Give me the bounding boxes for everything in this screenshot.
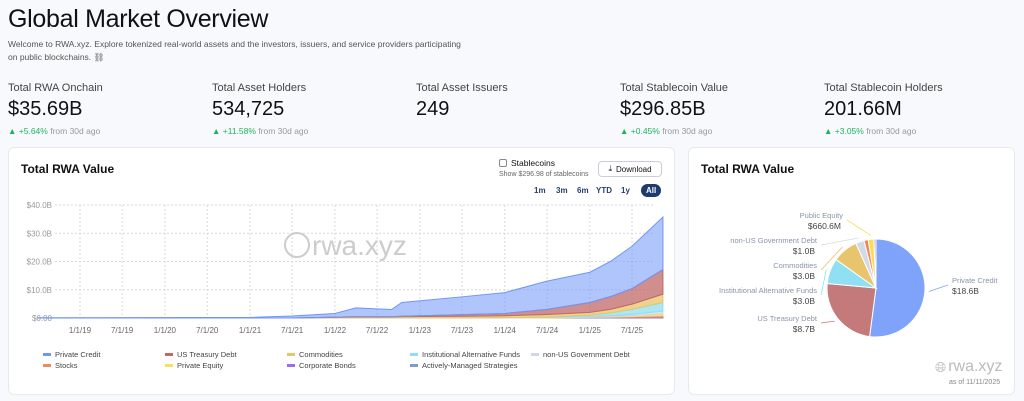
pie-leader-line: [820, 237, 859, 246]
x-tick-label: 7/1/24: [536, 326, 559, 335]
x-tick-label: 7/1/23: [451, 326, 474, 335]
legend-swatch: [410, 364, 418, 367]
legend-item[interactable]: Institutional Alternative Funds: [410, 350, 520, 359]
legend-label: Private Equity: [177, 361, 224, 370]
legend-swatch: [531, 353, 539, 356]
legend-item[interactable]: Actively-Managed Strategies: [410, 361, 517, 370]
globe-icon: [284, 232, 310, 258]
legend-label: US Treasury Debt: [177, 350, 237, 359]
pie-leader-line: [928, 284, 949, 292]
legend-swatch: [165, 364, 173, 367]
legend-label: Corporate Bonds: [299, 361, 356, 370]
svg-text:rwa.xyz: rwa.xyz: [312, 230, 407, 261]
legend-item[interactable]: non-US Government Debt: [531, 350, 630, 359]
x-tick-label: 1/1/25: [579, 326, 602, 335]
globe-icon: 🌐︎: [935, 358, 947, 375]
pie-label: Institutional Alternative Funds: [719, 286, 817, 295]
pie-leader-line: [820, 269, 827, 296]
pie-value-label: $3.0B: [793, 296, 816, 306]
y-tick-label: $20.0B: [27, 258, 52, 267]
pie-value-label: $18.6B: [952, 286, 979, 296]
legend-item[interactable]: Commodities: [287, 350, 343, 359]
pie-label: Private Credit: [952, 276, 998, 285]
legend-swatch: [43, 364, 51, 367]
legend-item[interactable]: Private Equity: [165, 361, 223, 370]
pie-label: non-US Government Debt: [730, 236, 818, 245]
pie-label: Commodities: [773, 261, 817, 270]
stat-label: Total Stablecoin Holders: [824, 82, 943, 94]
x-tick-label: 7/1/20: [196, 326, 219, 335]
pie-value-label: $660.6M: [808, 221, 841, 231]
legend-label: Private Credit: [55, 350, 101, 359]
pie-slice[interactable]: [826, 283, 877, 338]
legend-item[interactable]: US Treasury Debt: [165, 350, 237, 359]
legend-label: Stocks: [55, 361, 78, 370]
pie-value-label: $1.0B: [793, 246, 816, 256]
stat-value: 201.66M: [824, 98, 902, 120]
legend-label: non-US Government Debt: [543, 350, 630, 359]
x-tick-label: 1/1/20: [154, 326, 177, 335]
x-tick-label: 7/1/21: [281, 326, 304, 335]
legend-swatch: [165, 353, 173, 356]
legend-label: Actively-Managed Strategies: [422, 361, 518, 370]
legend-item[interactable]: Private Credit: [43, 350, 100, 359]
legend-label: Institutional Alternative Funds: [422, 350, 520, 359]
x-tick-label: 7/1/19: [111, 326, 134, 335]
pie-value-label: $8.7B: [793, 324, 816, 334]
y-tick-label: $40.0B: [27, 201, 52, 210]
pie-value-label: $3.0B: [793, 271, 816, 281]
legend-swatch: [410, 353, 418, 356]
x-tick-label: 1/1/19: [69, 326, 92, 335]
pie-slice[interactable]: [869, 238, 926, 338]
stat-4: Total Stablecoin Holders 201.66M ▲ +3.05…: [824, 82, 943, 136]
pie-watermark: 🌐︎ rwa.xyz: [935, 358, 1003, 375]
pie-label: US Treasury Debt: [757, 314, 818, 323]
legend-label: Commodities: [299, 350, 343, 359]
x-tick-label: 7/1/22: [366, 326, 389, 335]
y-tick-label: $10.0B: [27, 286, 52, 295]
legend-swatch: [287, 353, 295, 356]
x-tick-label: 1/1/23: [409, 326, 432, 335]
legend-item[interactable]: Corporate Bonds: [287, 361, 356, 370]
x-tick-label: 7/1/25: [621, 326, 644, 335]
chart-watermark: rwa.xyz: [284, 230, 407, 261]
x-tick-label: 1/1/22: [324, 326, 347, 335]
x-tick-label: 1/1/24: [494, 326, 517, 335]
pie-leader-line: [846, 219, 871, 236]
x-tick-label: 1/1/21: [239, 326, 262, 335]
y-tick-label: $30.0B: [27, 229, 52, 238]
legend-swatch: [43, 353, 51, 356]
as-of-date: as of 11/11/2025: [949, 379, 1001, 386]
pie-label: Public Equity: [800, 211, 844, 220]
pie-leader-line: [820, 320, 835, 324]
area-chart: $0.00$10.0B$20.0B$30.0B$40.0B1/1/197/1/1…: [27, 201, 664, 335]
legend-item[interactable]: Stocks: [43, 361, 78, 370]
stat-change: ▲ +3.05% from 30d ago: [824, 126, 917, 136]
legend-swatch: [287, 364, 295, 367]
